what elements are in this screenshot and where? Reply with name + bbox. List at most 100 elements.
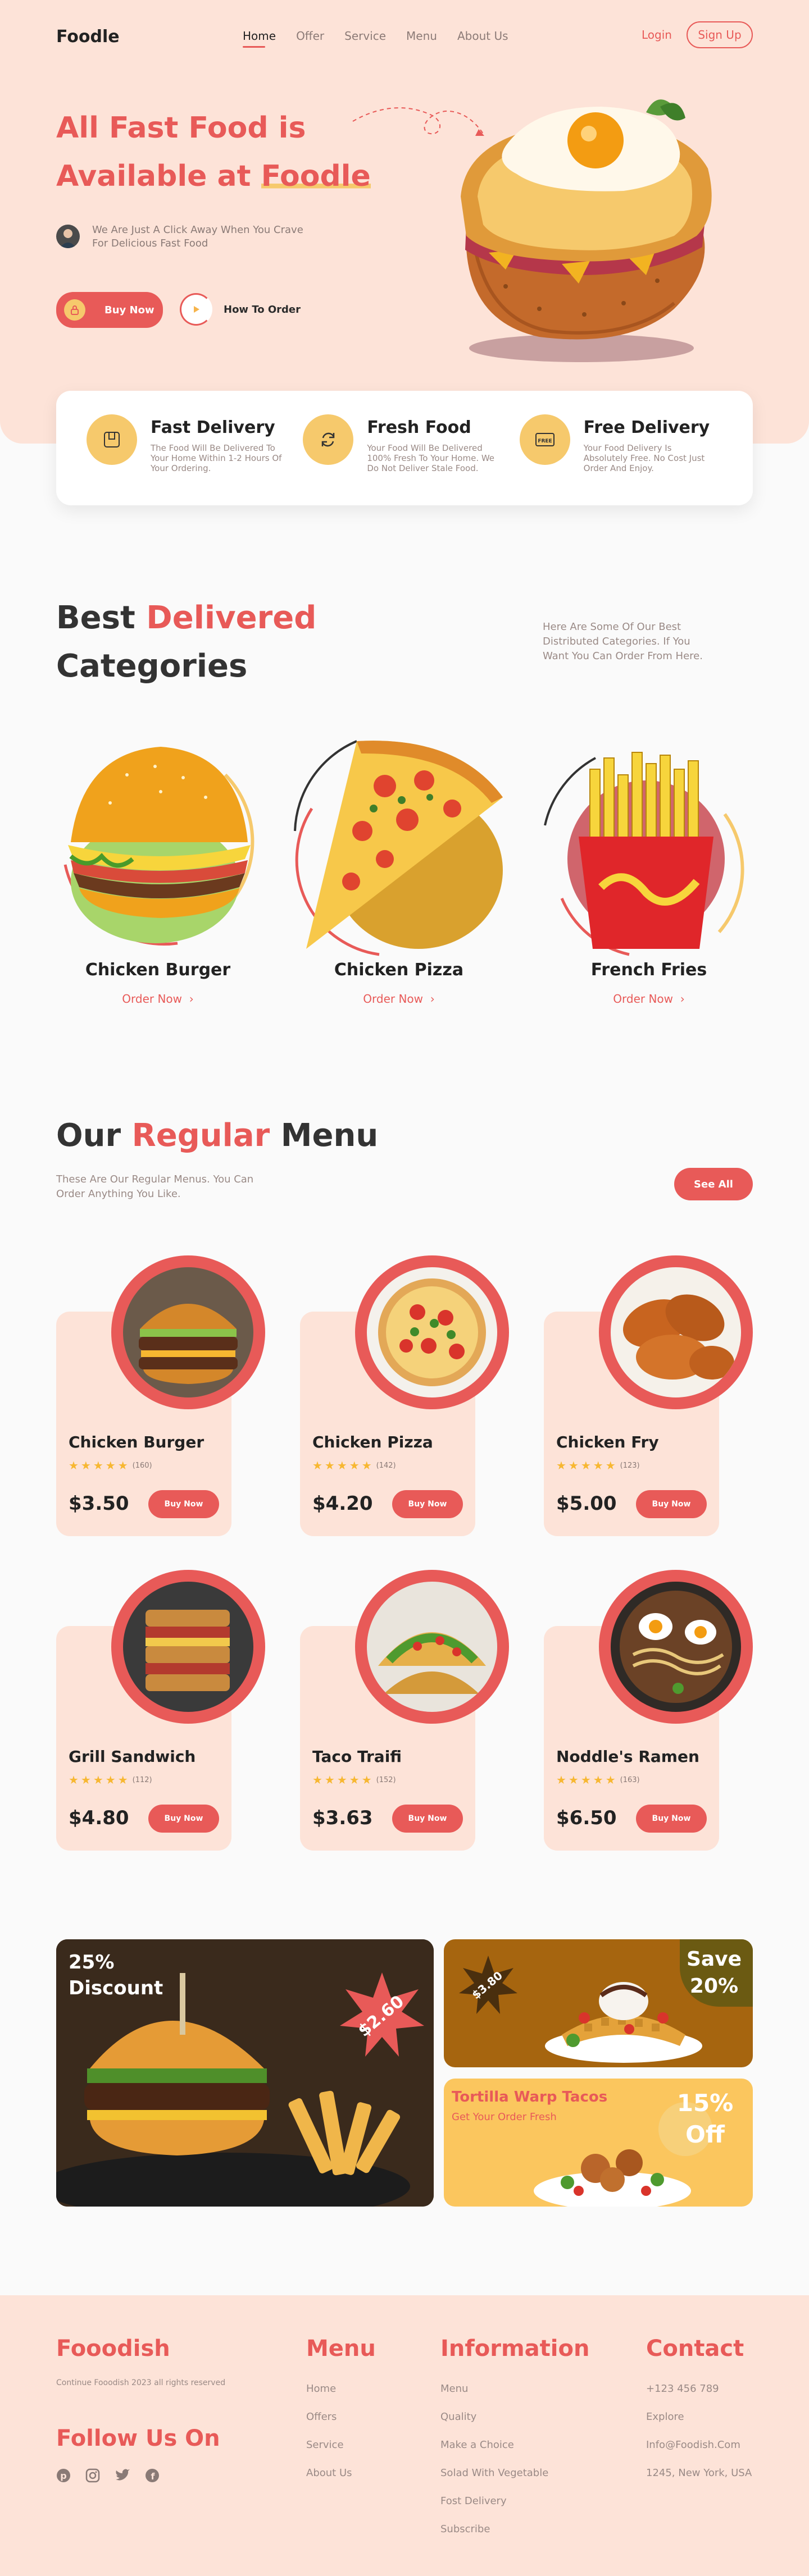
order-now-label: Order Now <box>122 992 183 1006</box>
footer-link[interactable]: Offers <box>306 2403 352 2431</box>
categories-title-line2: Categories <box>56 648 248 684</box>
footer-info-title: Information <box>440 2336 590 2362</box>
contact-phone[interactable]: +123 456 789 <box>646 2375 752 2403</box>
lock-icon <box>64 299 85 321</box>
order-now-label: Order Now <box>613 992 674 1006</box>
hero-buy-now-label: Buy Now <box>104 304 154 316</box>
footer-link[interactable]: Menu <box>440 2375 548 2403</box>
footer-link[interactable]: Solad With Vegetable <box>440 2459 548 2487</box>
taco-photo <box>355 1570 509 1724</box>
category-card[interactable]: Chicken Pizza Order Now › <box>289 730 508 1006</box>
promo3-line2: Off <box>685 2121 725 2148</box>
category-card[interactable]: Chicken Burger Order Now › <box>48 730 267 1006</box>
ramen-photo <box>599 1570 753 1724</box>
pinterest-icon[interactable]: p <box>56 2468 71 2485</box>
buy-now-button[interactable]: Buy Now <box>148 1490 219 1518</box>
login-link[interactable]: Login <box>642 28 672 42</box>
promo3-subtitle: Get Your Order Fresh <box>452 2111 557 2123</box>
menu-item-price: $6.50 <box>556 1807 617 1829</box>
menu-item-price: $4.20 <box>312 1492 373 1515</box>
follow-us-title: Follow Us On <box>56 2426 220 2451</box>
menu-description: These Are Our Regular Menus. You Can Ord… <box>56 1173 254 1200</box>
category-name: Chicken Pizza <box>334 960 464 980</box>
menu-card: Grill Sandwich ★★★★★ (112) $4.80 Buy Now <box>56 1570 265 1851</box>
chicken-burger-photo <box>111 1255 265 1409</box>
footer-link[interactable]: Fost Delivery <box>440 2487 548 2515</box>
menu-title-highlight: Regular <box>131 1117 270 1154</box>
hero-sandwich-image <box>461 99 712 362</box>
feature-text: Your Food Delivery Is Absolutely Free. N… <box>583 443 705 473</box>
promo2-line2: 20% <box>689 1975 739 1998</box>
instagram-icon[interactable] <box>85 2468 100 2485</box>
menu-title-suffix: Menu <box>270 1117 379 1154</box>
features-card: Fast Delivery The Food Will Be Delivered … <box>56 391 753 505</box>
menu-item-name: Chicken Burger <box>69 1433 204 1451</box>
feature-title: Free Delivery <box>583 418 710 437</box>
chevron-right-icon: › <box>676 992 685 1006</box>
star-rating: ★★★★★ (160) <box>69 1459 152 1472</box>
promo-discount-banner[interactable]: 25% Discount $2.60 <box>56 1939 434 2207</box>
footer-link[interactable]: Make a Choice <box>440 2431 548 2459</box>
promo2-text: Save 20% <box>683 1946 745 2000</box>
promo3-title: Tortilla Warp Tacos <box>452 2089 608 2105</box>
nav-about-us[interactable]: About Us <box>457 29 508 43</box>
nav-menu[interactable]: Menu <box>406 29 437 43</box>
review-count: (112) <box>132 1776 152 1784</box>
buy-now-button[interactable]: Buy Now <box>636 1490 707 1518</box>
chicken-fry-photo <box>599 1255 753 1409</box>
how-to-order-button[interactable]: How To Order <box>180 293 301 326</box>
facebook-icon[interactable]: f <box>145 2468 160 2485</box>
nav-offer[interactable]: Offer <box>296 29 324 43</box>
nav-home[interactable]: Home <box>243 29 276 48</box>
promo1-label: Discount <box>69 1977 163 1999</box>
hero-buy-now-button[interactable]: Buy Now <box>56 292 163 328</box>
feature-text: The Food Will Be Delivered To Your Home … <box>151 443 282 473</box>
feature-title: Fast Delivery <box>151 418 275 437</box>
how-to-order-label: How To Order <box>224 303 301 316</box>
menu-item-name: Taco Traifi <box>312 1747 402 1766</box>
buy-now-button[interactable]: Buy Now <box>148 1805 219 1833</box>
svg-text:FREE: FREE <box>538 439 552 444</box>
twitter-icon[interactable] <box>115 2468 130 2485</box>
feature-title: Fresh Food <box>367 418 471 437</box>
buy-now-button[interactable]: Buy Now <box>636 1805 707 1833</box>
footer-link[interactable]: About Us <box>306 2459 352 2487</box>
hero-subtitle: We Are Just A Click Away When You Crave … <box>92 224 303 249</box>
review-count: (163) <box>620 1776 640 1784</box>
promo-save-banner[interactable]: $3.80 Save 20% <box>444 1939 753 2067</box>
french-fries-image <box>539 730 758 960</box>
footer-info-links: Menu Quality Make a Choice Solad With Ve… <box>440 2375 548 2543</box>
order-now-link[interactable]: Order Now › <box>48 992 267 1006</box>
contact-address: 1245, New York, USA <box>646 2467 752 2479</box>
categories-title: Best Delivered Categories <box>56 594 316 691</box>
footer: Fooodish Continue Fooodish 2023 all righ… <box>0 2295 809 2576</box>
buy-now-button[interactable]: Buy Now <box>392 1490 463 1518</box>
footer-contact-lines: +123 456 789 Explore Info@Foodish.Com 12… <box>646 2375 752 2487</box>
nav-service[interactable]: Service <box>344 29 386 43</box>
logo[interactable]: Foodle <box>56 27 120 47</box>
signup-button[interactable]: Sign Up <box>687 21 753 48</box>
review-count: (123) <box>620 1461 640 1470</box>
footer-link[interactable]: Subscribe <box>440 2515 548 2543</box>
contact-email[interactable]: Info@Foodish.Com <box>646 2431 752 2459</box>
buy-now-button[interactable]: Buy Now <box>392 1805 463 1833</box>
menu-card: Noddle's Ramen ★★★★★ (163) $6.50 Buy Now <box>544 1570 753 1851</box>
footer-link[interactable]: Quality <box>440 2403 548 2431</box>
price-starburst-badge: $3.80 <box>459 1956 517 2014</box>
chevron-right-icon: › <box>185 992 194 1006</box>
footer-link[interactable]: Home <box>306 2375 352 2403</box>
order-now-link[interactable]: Order Now › <box>289 992 508 1006</box>
contact-explore[interactable]: Explore <box>646 2403 752 2431</box>
promo2-line1: Save <box>686 1948 742 1971</box>
category-card[interactable]: French Fries Order Now › <box>539 730 758 1006</box>
categories-title-highlight: Delivered <box>146 600 317 636</box>
footer-copyright: Continue Fooodish 2023 all rights reserv… <box>56 2378 226 2387</box>
main-nav: Home Offer Service Menu About Us <box>243 29 508 48</box>
promo-tacos-banner[interactable]: Tortilla Warp Tacos Get Your Order Fresh… <box>444 2079 753 2207</box>
feature-free-delivery: FREE Free Delivery Your Food Delivery Is … <box>519 414 736 505</box>
footer-brand[interactable]: Fooodish <box>56 2336 170 2362</box>
box-icon <box>87 414 137 465</box>
order-now-link[interactable]: Order Now › <box>539 992 758 1006</box>
see-all-button[interactable]: See All <box>674 1168 753 1200</box>
footer-link[interactable]: Service <box>306 2431 352 2459</box>
